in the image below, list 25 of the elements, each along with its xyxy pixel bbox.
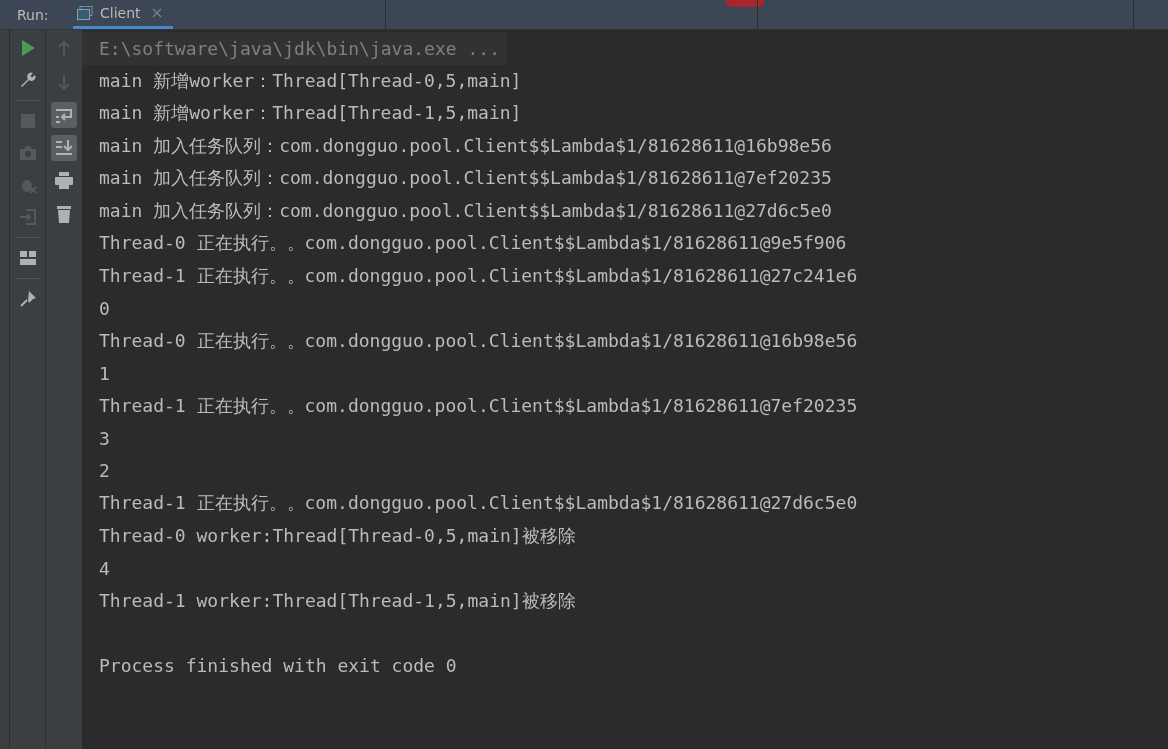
console-line: Thread-0 正在执行。。com.dongguo.pool.Client$$Lambda$1/81628611@16b98e56 bbox=[99, 328, 858, 353]
console-line: main 加入任务队列：com.dongguo.pool.Client$$Lambda$1/81628611@16b98e56 bbox=[99, 133, 832, 158]
console-line: 2 bbox=[99, 460, 110, 482]
close-icon[interactable] bbox=[151, 8, 162, 18]
soft-wrap-icon[interactable] bbox=[51, 102, 77, 128]
console-line: 3 bbox=[99, 427, 110, 449]
console-line: main 新增worker：Thread[Thread-0,5,main] bbox=[99, 68, 522, 93]
console-line: Thread-1 正在执行。。com.dongguo.pool.Client$$Lambda$1/81628611@27c241e6 bbox=[99, 263, 858, 288]
console-line: Thread-0 worker:Thread[Thread-0,5,main]被移除 bbox=[99, 523, 576, 548]
console-line: Thread-1 worker:Thread[Thread-1,5,main]被移除 bbox=[99, 588, 576, 613]
console-line: Thread-1 正在执行。。com.dongguo.pool.Client$$Lambda$1/81628611@27d6c5e0 bbox=[99, 491, 858, 516]
console-line: main 加入任务队列：com.dongguo.pool.Client$$Lambda$1/81628611@27d6c5e0 bbox=[99, 198, 832, 223]
console-line: Thread-1 正在执行。。com.dongguo.pool.Client$$Lambda$1/81628611@7ef20235 bbox=[99, 393, 858, 418]
console-line: 0 bbox=[99, 297, 110, 319]
scroll-to-end-icon[interactable] bbox=[51, 135, 77, 161]
window-icon bbox=[77, 6, 93, 20]
console-line: main 新增worker：Thread[Thread-1,5,main] bbox=[99, 101, 522, 126]
console-line: main 加入任务队列：com.dongguo.pool.Client$$Lambda$1/81628611@7ef20235 bbox=[99, 166, 832, 191]
console-line: Process finished with exit code 0 bbox=[99, 655, 457, 677]
console-line: 1 bbox=[99, 362, 110, 384]
console-line: Thread-0 正在执行。。com.dongguo.pool.Client$$Lambda$1/81628611@9e5f906 bbox=[99, 231, 847, 256]
layout-icon[interactable] bbox=[17, 248, 38, 268]
run-label: Run: bbox=[17, 6, 50, 25]
console-line: 4 bbox=[99, 557, 110, 579]
command-line: E:\software\java\jdk\bin\java.exe ... bbox=[99, 37, 500, 59]
